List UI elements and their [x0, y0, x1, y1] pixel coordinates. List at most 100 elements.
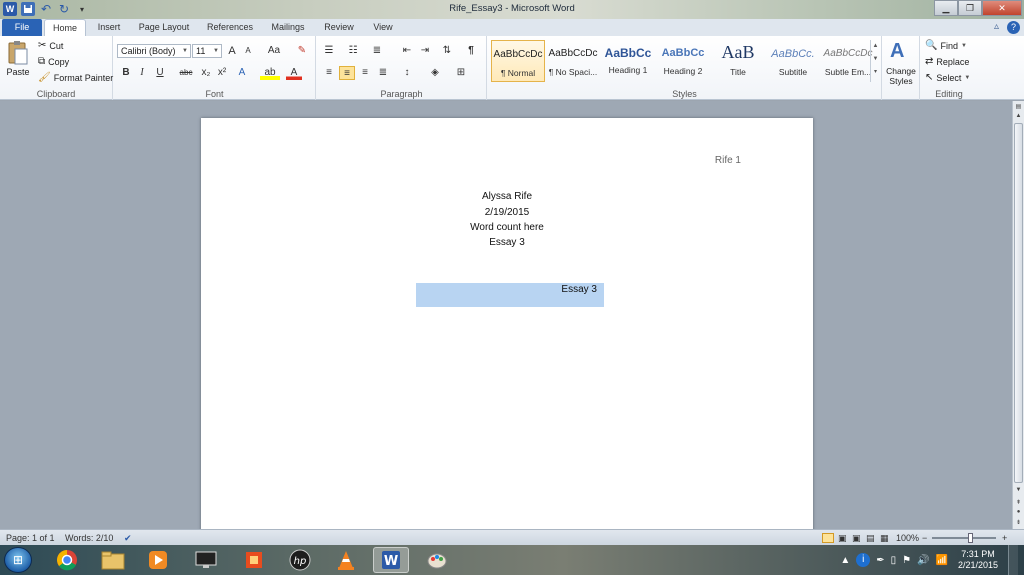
hp-taskbar-button[interactable]: hp: [282, 547, 318, 573]
help-icon[interactable]: ?: [1007, 21, 1020, 34]
scroll-up-icon[interactable]: ▲: [1013, 113, 1024, 123]
office-taskbar-button[interactable]: [236, 547, 272, 573]
ruler-toggle-icon[interactable]: ▤: [1013, 103, 1024, 113]
style-no-spacing[interactable]: AaBbCcDc ¶ No Spaci...: [546, 40, 600, 82]
underline-button[interactable]: U: [152, 66, 168, 80]
zoom-in-button[interactable]: +: [1002, 533, 1007, 543]
format-painter-button[interactable]: 🖌 Format Painter: [38, 72, 113, 83]
zoom-out-button[interactable]: −: [922, 533, 927, 543]
replace-button[interactable]: ⇄ Replace: [925, 56, 969, 67]
doc-line-date[interactable]: 2/19/2015: [201, 207, 813, 218]
scroll-thumb[interactable]: [1014, 123, 1023, 483]
bullets-icon[interactable]: ☰: [321, 44, 337, 58]
cut-button[interactable]: ✂ Cut: [38, 40, 63, 51]
show-desktop-button[interactable]: [1008, 545, 1018, 575]
word-taskbar-button[interactable]: W: [373, 547, 409, 573]
highlight-button[interactable]: ab: [260, 66, 280, 80]
restore-button[interactable]: ❐: [958, 0, 982, 16]
style-subtle-emphasis[interactable]: AaBbCcDc Subtle Em...: [821, 40, 875, 82]
text-effects-button[interactable]: A: [234, 66, 250, 80]
tab-references[interactable]: References: [202, 19, 258, 36]
flag-icon[interactable]: ⚑: [902, 555, 911, 566]
close-button[interactable]: ✕: [982, 0, 1022, 16]
full-screen-reading-icon[interactable]: ▣: [838, 533, 847, 544]
align-left-icon[interactable]: ≡: [321, 66, 337, 80]
info-icon[interactable]: i: [856, 553, 871, 567]
style-title[interactable]: AaB Title: [711, 40, 765, 82]
tab-review[interactable]: Review: [318, 19, 360, 36]
bold-button[interactable]: B: [118, 66, 134, 80]
doc-line-name[interactable]: Alyssa Rife: [201, 191, 813, 202]
battery-icon[interactable]: ▯: [891, 555, 897, 566]
explorer-taskbar-button[interactable]: [95, 547, 131, 573]
shrink-font-button[interactable]: A: [240, 44, 256, 58]
tab-file[interactable]: File: [2, 19, 42, 36]
doc-line-word-count[interactable]: Word count here: [201, 222, 813, 233]
vlc-taskbar-button[interactable]: [328, 547, 364, 573]
start-button[interactable]: ⊞: [4, 547, 32, 573]
show-hidden-icons[interactable]: ▲: [840, 555, 850, 566]
draft-icon[interactable]: ▦: [880, 533, 889, 544]
strikethrough-button[interactable]: abc: [176, 66, 196, 80]
desktop-taskbar-button[interactable]: [188, 547, 224, 573]
scroll-down-icon[interactable]: ▼: [1013, 487, 1024, 497]
multilevel-list-icon[interactable]: ≣: [369, 44, 385, 58]
zoom-slider-track[interactable]: [932, 537, 996, 539]
change-styles-button[interactable]: A Change Styles: [883, 36, 920, 100]
network-icon[interactable]: 📶: [936, 555, 948, 566]
paint-taskbar-button[interactable]: [419, 547, 455, 573]
page-count[interactable]: Page: 1 of 1: [6, 533, 55, 543]
borders-icon[interactable]: ⊞: [453, 66, 469, 80]
font-color-button[interactable]: A: [286, 66, 302, 80]
font-size-select[interactable]: 11 ▼: [192, 44, 222, 58]
proofing-icon[interactable]: ✔: [124, 533, 132, 544]
doc-line-essay[interactable]: Essay 3: [201, 237, 813, 248]
word-count[interactable]: Words: 2/10: [65, 533, 113, 543]
next-page-icon[interactable]: ⇟: [1013, 519, 1024, 529]
subscript-button[interactable]: x₂: [198, 66, 214, 80]
superscript-button[interactable]: x²: [214, 66, 230, 80]
tab-view[interactable]: View: [366, 19, 400, 36]
selected-text[interactable]: Essay 3: [416, 283, 604, 307]
increase-indent-icon[interactable]: ⇥: [417, 44, 433, 58]
justify-icon[interactable]: ≣: [375, 66, 391, 80]
document-page[interactable]: Rife 1 Alyssa Rife 2/19/2015 Word count …: [201, 118, 813, 529]
style-heading-1[interactable]: AaBbCc Heading 1: [601, 40, 655, 82]
tab-page-layout[interactable]: Page Layout: [134, 19, 194, 36]
paste-button[interactable]: Paste: [6, 40, 30, 77]
minimize-ribbon-icon[interactable]: ▵: [994, 21, 999, 34]
show-formatting-button[interactable]: ¶: [463, 44, 479, 58]
zoom-slider-thumb[interactable]: [968, 533, 973, 543]
grow-font-button[interactable]: A: [224, 44, 240, 58]
tab-home[interactable]: Home: [44, 19, 86, 36]
italic-button[interactable]: I: [134, 66, 150, 80]
clear-formatting-button[interactable]: ✎: [294, 44, 310, 58]
style-subtitle[interactable]: AaBbCc. Subtitle: [766, 40, 820, 82]
numbering-icon[interactable]: ☷: [345, 44, 361, 58]
previous-page-icon[interactable]: ⇞: [1013, 499, 1024, 509]
chrome-taskbar-button[interactable]: [49, 547, 85, 573]
media-player-taskbar-button[interactable]: [140, 547, 176, 573]
line-spacing-icon[interactable]: ↕: [399, 66, 415, 80]
styles-scroll[interactable]: ▲ ▼ ▾: [870, 40, 880, 82]
decrease-indent-icon[interactable]: ⇤: [399, 44, 415, 58]
copy-button[interactable]: ⧉ Copy: [38, 56, 69, 67]
select-button[interactable]: ↖ Select ▼: [925, 72, 970, 83]
font-family-select[interactable]: Calibri (Body) ▼: [117, 44, 191, 58]
volume-icon[interactable]: 🔊: [917, 555, 929, 566]
style-normal[interactable]: AaBbCcDc ¶ Normal: [491, 40, 545, 82]
page-header[interactable]: Rife 1: [715, 155, 741, 166]
minimize-button[interactable]: ▁: [934, 0, 958, 16]
zoom-level[interactable]: 100%: [896, 533, 919, 543]
web-layout-icon[interactable]: ▣: [852, 533, 861, 544]
tab-mailings[interactable]: Mailings: [264, 19, 312, 36]
print-layout-icon[interactable]: [822, 533, 834, 543]
find-button[interactable]: 🔍 Find ▼: [925, 40, 967, 51]
vertical-scrollbar[interactable]: ▤ ▲ ▼ ⇞ ● ⇟: [1012, 101, 1024, 529]
outline-icon[interactable]: ▤: [866, 533, 875, 544]
shading-icon[interactable]: ◈: [427, 66, 443, 80]
style-heading-2[interactable]: AaBbCc Heading 2: [656, 40, 710, 82]
sort-icon[interactable]: ⇅: [439, 44, 455, 58]
change-case-button[interactable]: Aa: [264, 44, 284, 58]
clock[interactable]: 7:31 PM 2/21/2015: [954, 549, 1002, 571]
